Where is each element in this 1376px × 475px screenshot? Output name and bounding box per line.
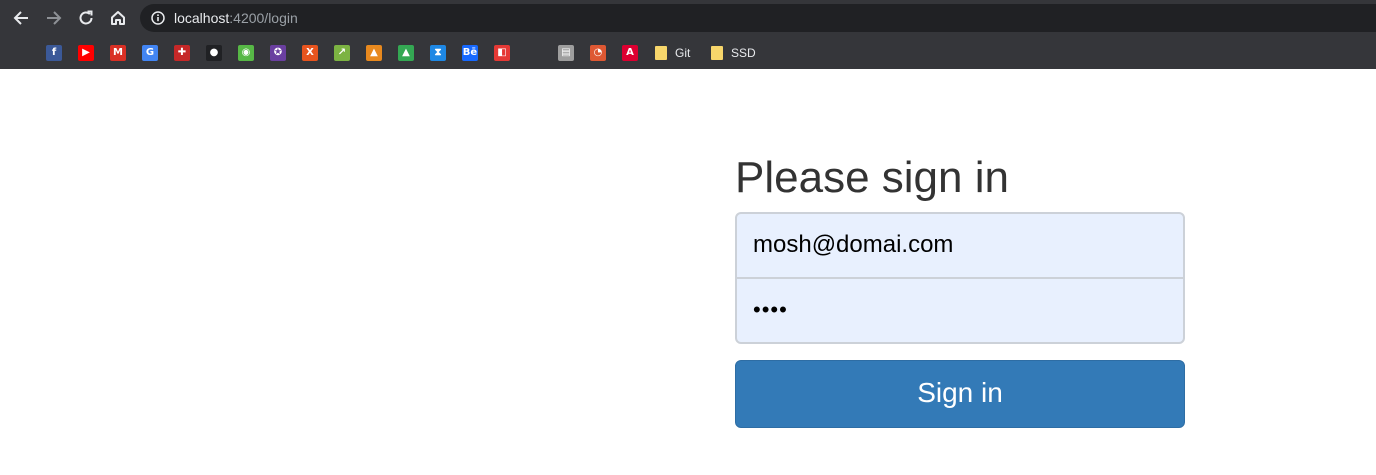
angular-icon[interactable]: A (622, 45, 638, 61)
browser-toolbar: localhost:4200/login (0, 0, 1376, 36)
url-host: localhost (174, 10, 230, 26)
behance-icon[interactable]: Bē (462, 45, 478, 61)
folder-icon (655, 46, 667, 60)
graph-icon[interactable]: ↗ (334, 45, 350, 61)
x-icon[interactable]: X (302, 45, 318, 61)
gmail-icon[interactable]: M (110, 45, 126, 61)
hourglass-icon[interactable]: ⧗ (430, 45, 446, 61)
forward-arrow-icon[interactable] (43, 8, 65, 28)
incognito-icon[interactable]: ● (206, 45, 222, 61)
bookmark-folder-label: Git (675, 46, 691, 60)
page-title: Please sign in (735, 153, 1009, 202)
bookmark-folder-label: SSD (731, 46, 756, 60)
browser-chrome: localhost:4200/login f ▶ M G ✚ ● ◉ ✪ X ↗ ▲ ▲ ⧗ Bē ◧ ▤ ◔ A… (0, 0, 1376, 69)
badge-icon[interactable]: ✪ (270, 45, 286, 61)
info-icon[interactable] (151, 11, 165, 25)
signin-form: Please sign in mosh@domai.com •••• Sign … (735, 150, 1185, 428)
password-field[interactable]: •••• (735, 278, 1185, 344)
google-drive-icon[interactable]: ▲ (398, 45, 414, 61)
bookmark-folder-ssd[interactable]: SSD (711, 44, 756, 62)
home-icon[interactable] (107, 8, 129, 28)
printer-icon[interactable]: ▤ (558, 45, 574, 61)
bookmarks-bar: f ▶ M G ✚ ● ◉ ✪ X ↗ ▲ ▲ ⧗ Bē ◧ ▤ ◔ A Git SSD (0, 36, 1376, 69)
reload-icon[interactable] (75, 8, 97, 28)
folder-icon (711, 46, 723, 60)
youtube-icon[interactable]: ▶ (78, 45, 94, 61)
google-translate-icon[interactable]: G (142, 45, 158, 61)
facebook-icon[interactable]: f (46, 45, 62, 61)
address-bar[interactable]: localhost:4200/login (140, 4, 1376, 32)
duckduckgo-icon[interactable]: ◔ (590, 45, 606, 61)
sign-in-button[interactable]: Sign in (735, 360, 1185, 428)
gamepad-icon[interactable]: ✚ (174, 45, 190, 61)
back-arrow-icon[interactable] (10, 8, 32, 28)
puzzle-icon[interactable]: ◧ (494, 45, 510, 61)
url-path: :4200/login (229, 10, 298, 26)
bookmark-folder-git[interactable]: Git (655, 44, 690, 62)
owl-icon[interactable]: ◉ (238, 45, 254, 61)
url-text[interactable]: localhost:4200/login (174, 10, 298, 26)
mountain-icon[interactable]: ▲ (366, 45, 382, 61)
email-field[interactable]: mosh@domai.com (735, 212, 1185, 278)
